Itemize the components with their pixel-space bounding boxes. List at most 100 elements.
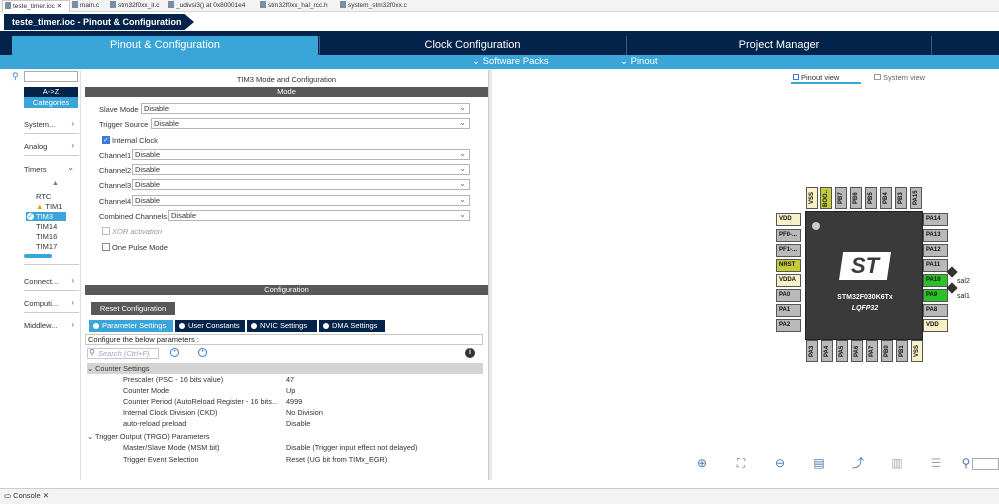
trigger-source-select[interactable]: Disable ⌄ xyxy=(151,118,470,129)
category-search-input[interactable] xyxy=(24,71,78,82)
pin-top-3[interactable]: PB7 xyxy=(835,187,847,209)
pin-bottom-4[interactable]: PA6 xyxy=(851,340,863,362)
search-icon[interactable]: ⚲ xyxy=(959,456,973,470)
timer-tim14[interactable]: TIM14 xyxy=(36,222,57,231)
pin-right-5[interactable]: PA10 xyxy=(923,274,948,287)
export-icon[interactable]: ▤ xyxy=(812,456,826,470)
pin-bottom-2[interactable]: PA4 xyxy=(821,340,833,362)
group-counter-settings[interactable]: ⌄ Counter Settings xyxy=(87,363,483,374)
editor-tab-hal-rcc[interactable]: stm32f0xx_hal_rcc.h xyxy=(258,0,338,12)
tab-dma-settings[interactable]: DMA Settings xyxy=(319,320,385,332)
pin-right-6[interactable]: PA9 xyxy=(923,289,948,302)
sort-az-button[interactable]: A->Z xyxy=(24,87,78,97)
one-pulse-checkbox[interactable] xyxy=(102,243,110,251)
editor-tab-it[interactable]: stm32f0xx_it.c xyxy=(108,0,166,12)
category-timers[interactable]: Timers xyxy=(24,165,47,174)
editor-tab-main[interactable]: main.c xyxy=(70,0,108,12)
expand-all-icon[interactable]: • xyxy=(170,348,179,357)
pin-right-8[interactable]: VDD xyxy=(923,319,948,332)
slave-mode-select[interactable]: Disable ⌄ xyxy=(141,103,470,114)
pin-top-7[interactable]: PB3 xyxy=(895,187,907,209)
param-row[interactable]: Counter Mode Up xyxy=(85,385,483,396)
timer-tim17[interactable]: TIM17 xyxy=(36,242,57,251)
category-system[interactable]: System... xyxy=(24,120,55,129)
editor-tab-ioc[interactable]: teste_timer.ioc ✕ xyxy=(2,0,70,12)
pinout-menu[interactable]: ⌄ Pinout xyxy=(620,55,658,69)
pin-bottom-7[interactable]: PB1 xyxy=(896,340,908,362)
group-trigger-output[interactable]: ⌄ Trigger Output (TRGO) Parameters xyxy=(87,431,483,442)
reset-configuration-button[interactable]: Reset Configuration xyxy=(91,302,175,315)
pin-right-1[interactable]: PA14 xyxy=(923,213,948,226)
pin-left-4[interactable]: NRST xyxy=(776,259,801,272)
tab-clock-configuration[interactable]: Clock Configuration xyxy=(319,36,625,55)
pin-top-5[interactable]: PB5 xyxy=(865,187,877,209)
pin-right-4[interactable]: PA11 xyxy=(923,259,948,272)
list-view-icon[interactable]: ☰ xyxy=(929,456,943,470)
pin-left-1[interactable]: VDD xyxy=(776,213,801,226)
param-row[interactable]: Counter Period (AutoReload Register - 16… xyxy=(85,396,483,407)
mcu-chip[interactable]: ST STM32F030K6Tx LQFP32 xyxy=(805,211,923,340)
search-input[interactable]: Search (Ctrl+F) xyxy=(87,348,159,359)
pin-top-8[interactable]: PA15 xyxy=(910,187,922,209)
pin-right-3[interactable]: PA12 xyxy=(923,244,948,257)
breadcrumb[interactable]: teste_timer.ioc - Pinout & Configuration xyxy=(4,14,194,30)
param-row[interactable]: Prescaler (PSC - 16 bits value) 47 xyxy=(85,374,483,385)
channel4-select[interactable]: Disable ⌄ xyxy=(132,195,470,206)
panel-splitter[interactable] xyxy=(488,70,492,480)
pin-top-6[interactable]: PB4 xyxy=(880,187,892,209)
pin-bottom-3[interactable]: PA5 xyxy=(836,340,848,362)
channel1-select[interactable]: Disable ⌄ xyxy=(132,149,470,160)
pin-left-6[interactable]: PA0 xyxy=(776,289,801,302)
pin-left-5[interactable]: VDDA xyxy=(776,274,801,287)
tab-user-constants[interactable]: User Constants xyxy=(175,320,245,332)
zoom-in-icon[interactable]: ⊕ xyxy=(695,456,709,470)
pin-left-2[interactable]: PF0-... xyxy=(776,229,801,242)
pin-bottom-8[interactable]: VSS xyxy=(911,340,923,362)
channel3-select[interactable]: Disable ⌄ xyxy=(132,179,470,190)
pin-bottom-5[interactable]: PA7 xyxy=(866,340,878,362)
xor-activation-checkbox[interactable] xyxy=(102,227,110,235)
category-middleware[interactable]: Middlew... xyxy=(24,321,57,330)
editor-tab-system[interactable]: system_stm32f0xx.c xyxy=(338,0,414,12)
category-analog[interactable]: Analog xyxy=(24,142,47,151)
tab-nvic-settings[interactable]: NVIC Settings xyxy=(247,320,317,332)
pin-right-7[interactable]: PA8 xyxy=(923,304,948,317)
pin-right-2[interactable]: PA13 xyxy=(923,229,948,242)
zoom-out-icon[interactable]: ⊖ xyxy=(773,456,787,470)
category-computing[interactable]: Computi... xyxy=(24,299,58,308)
rotate-icon[interactable]: ⤴ xyxy=(851,456,865,470)
timer-tim1[interactable]: ▲ TIM1 xyxy=(36,202,62,211)
combined-channels-select[interactable]: Disable ⌄ xyxy=(168,210,470,221)
search-icon[interactable]: ⚲ xyxy=(12,71,24,82)
collapse-all-icon[interactable]: • xyxy=(198,348,207,357)
category-connectivity[interactable]: Connect... xyxy=(24,277,58,286)
editor-tab-udivsi[interactable]: _udivsi3() at 0x80001e4 xyxy=(166,0,256,12)
param-row[interactable]: Trigger Event Selection Reset (UG bit fro… xyxy=(85,454,483,465)
split-view-icon[interactable]: ▥ xyxy=(890,456,904,470)
timer-tim16[interactable]: TIM16 xyxy=(36,232,57,241)
pin-bottom-1[interactable]: PA3 xyxy=(806,340,818,362)
fit-to-screen-icon[interactable]: ⛶ xyxy=(734,456,748,470)
pin-left-3[interactable]: PF1-... xyxy=(776,244,801,257)
param-row[interactable]: Master/Slave Mode (MSM bit) Disable (Trig… xyxy=(85,442,483,453)
pin-left-7[interactable]: PA1 xyxy=(776,304,801,317)
pin-top-1[interactable]: VSS xyxy=(806,187,818,209)
categories-button[interactable]: Categories xyxy=(24,97,78,108)
param-row[interactable]: Internal Clock Division (CKD) No Division xyxy=(85,407,483,418)
pin-top-2[interactable]: BOO.. xyxy=(820,187,832,209)
scroll-up-icon[interactable]: ▲ xyxy=(52,180,59,187)
tab-pinout-configuration[interactable]: Pinout & Configuration xyxy=(12,36,318,55)
channel2-select[interactable]: Disable ⌄ xyxy=(132,164,470,175)
param-row[interactable]: auto-reload preload Disable xyxy=(85,418,483,429)
pinout-view-tab[interactable]: Pinout view xyxy=(791,73,861,84)
pin-top-4[interactable]: PB6 xyxy=(850,187,862,209)
console-tab[interactable]: ▭ Console ✕ xyxy=(4,491,49,500)
pin-bottom-6[interactable]: PB0 xyxy=(881,340,893,362)
info-icon[interactable]: i xyxy=(465,348,475,358)
list-scrollbar[interactable] xyxy=(24,254,52,258)
tab-parameter-settings[interactable]: Parameter Settings xyxy=(89,320,173,332)
pin-left-8[interactable]: PA2 xyxy=(776,319,801,332)
software-packs-menu[interactable]: ⌄ Software Packs xyxy=(472,55,549,69)
timer-rtc[interactable]: RTC xyxy=(36,192,51,201)
tab-project-manager[interactable]: Project Manager xyxy=(626,36,932,55)
